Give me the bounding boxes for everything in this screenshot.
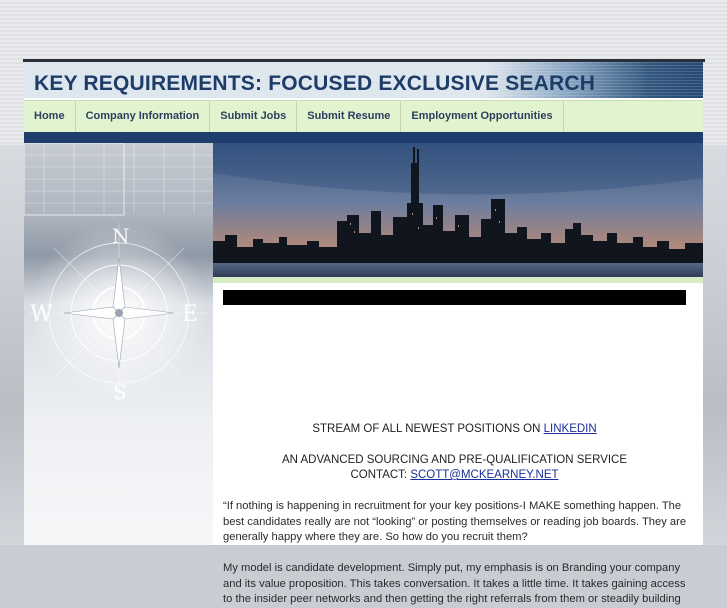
nav-item-submit-resume[interactable]: Submit Resume — [297, 101, 402, 132]
contact-line: CONTACT: SCOTT@MCKEARNEY.NET — [223, 469, 686, 481]
nav-item-employment-opportunities[interactable]: Employment Opportunities — [401, 101, 564, 132]
nav-item-home[interactable]: Home — [24, 101, 76, 132]
compass-letter-s: S — [113, 380, 127, 404]
navy-band — [24, 132, 703, 143]
stream-text: STREAM OF ALL NEWEST POSITIONS ON — [312, 423, 544, 435]
site-header: KEY REQUIREMENTS: FOCUSED EXCLUSIVE SEAR… — [24, 62, 703, 98]
contact-label: CONTACT: — [350, 469, 411, 481]
nav-item-submit-jobs[interactable]: Submit Jobs — [210, 101, 298, 132]
compass-letter-n: N — [112, 224, 130, 248]
black-banner-bar — [223, 290, 686, 305]
compass-letter-w: W — [30, 302, 53, 327]
site-container: KEY REQUIREMENTS: FOCUSED EXCLUSIVE SEAR… — [24, 62, 703, 605]
service-line: AN ADVANCED SOURCING AND PRE-QUALIFICATI… — [281, 454, 628, 466]
compass-letter-e: E — [182, 302, 198, 327]
stream-line: STREAM OF ALL NEWEST POSITIONS ON LINKED… — [223, 423, 686, 435]
model-paragraph: My model is candidate development. Simpl… — [223, 562, 686, 605]
contact-email-link[interactable]: SCOTT@MCKEARNEY.NET — [410, 469, 558, 481]
intro-paragraph: “If nothing is happening in recruitment … — [223, 500, 687, 543]
compass-panel: N W E S — [24, 143, 213, 545]
compass-rose-icon: N W E S — [24, 143, 213, 404]
main-content: STREAM OF ALL NEWEST POSITIONS ON LINKED… — [213, 283, 703, 605]
nav-item-company-information[interactable]: Company Information — [76, 101, 211, 132]
linkedin-link[interactable]: LINKEDIN — [544, 423, 597, 435]
main-nav: Home Company Information Submit Jobs Sub… — [24, 100, 703, 132]
city-skyline-image — [213, 143, 703, 277]
skyline-banner — [213, 143, 703, 277]
site-title: KEY REQUIREMENTS: FOCUSED EXCLUSIVE SEAR… — [34, 72, 596, 95]
